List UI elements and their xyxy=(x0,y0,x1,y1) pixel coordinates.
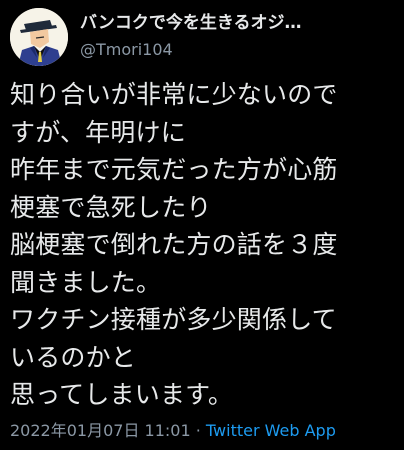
tweet-text-line: 思ってしまいます。 xyxy=(10,380,234,409)
user-names: バンコクで今を生きるオジ… @Tmori104 xyxy=(80,12,398,60)
user-handle[interactable]: @Tmori104 xyxy=(80,40,398,60)
tweet-header: バンコクで今を生きるオジ… @Tmori104 xyxy=(10,8,400,66)
tweet-meta: 2022年01月07日 11:01 · Twitter Web App xyxy=(10,420,400,442)
tweet-text: 知り合いが非常に少ないので すが、年明けに 昨年まで元気だった方が心筋 梗塞で急… xyxy=(10,76,400,414)
tweet-text-line: 知り合いが非常に少ないので xyxy=(10,80,338,109)
tweet-text-line: 昨年まで元気だった方が心筋 xyxy=(10,155,338,184)
tweet-text-line: 脳梗塞で倒れた方の話を３度 xyxy=(10,230,338,259)
display-name[interactable]: バンコクで今を生きるオジ… xyxy=(80,12,398,34)
tweet-timestamp[interactable]: 2022年01月07日 11:01 xyxy=(10,421,191,440)
tweet-text-line: ワクチン接種が多少関係して xyxy=(10,305,337,334)
tweet-text-line: 聞きました。 xyxy=(10,267,162,297)
tweet-text-line: すが、年明けに xyxy=(10,117,186,147)
tweet-card: バンコクで今を生きるオジ… @Tmori104 知り合いが非常に少ないので すが… xyxy=(0,0,404,450)
tweet-text-line: いるのかと xyxy=(10,342,137,372)
lupin-cartoon-avatar-icon xyxy=(10,8,68,66)
tweet-source-link[interactable]: Twitter Web App xyxy=(206,421,336,440)
tweet-text-line: 梗塞で急死したり xyxy=(10,192,212,222)
avatar[interactable] xyxy=(10,8,68,66)
meta-separator: · xyxy=(190,421,206,440)
